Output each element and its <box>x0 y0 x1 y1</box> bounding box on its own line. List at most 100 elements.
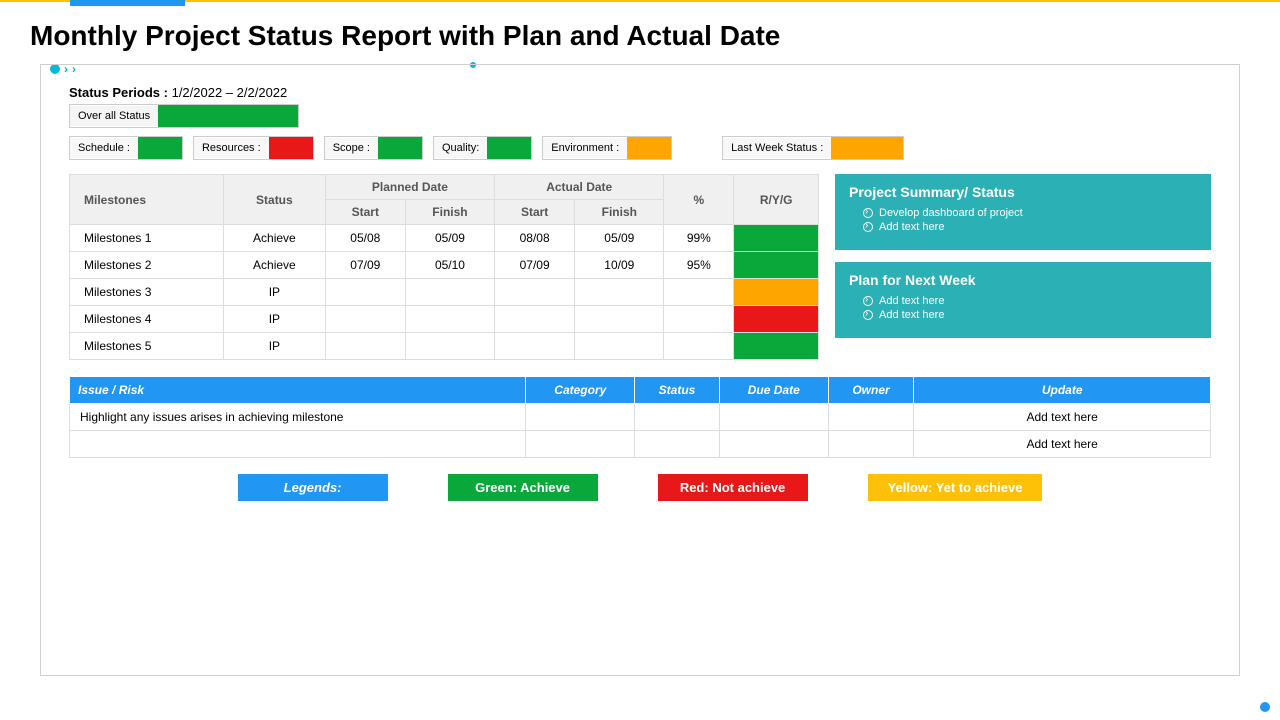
status-periods-value: 1/2/2022 – 2/2/2022 <box>172 85 288 100</box>
legends-row: Legends: Green: Achieve Red: Not achieve… <box>69 474 1211 501</box>
ms-name: Milestones 1 <box>70 225 224 252</box>
ms-ryg <box>734 333 819 360</box>
kpi-environment: Environment : <box>542 136 672 160</box>
plan-next-week-panel: Plan for Next Week Add text here Add text… <box>835 262 1211 338</box>
panel-item: Add text here <box>849 308 1197 322</box>
ms-ryg <box>734 252 819 279</box>
panel-item: Add text here <box>849 294 1197 308</box>
ms-pct <box>664 333 734 360</box>
issue-text <box>70 431 526 458</box>
panel-item: Develop dashboard of project <box>849 206 1197 220</box>
kpi-label: Quality: <box>434 138 487 158</box>
th-pfinish: Finish <box>405 200 494 225</box>
ms-name: Milestones 3 <box>70 279 224 306</box>
panel-item-text: Develop dashboard of project <box>879 207 1023 219</box>
panel-item-text: Add text here <box>879 221 944 233</box>
issues-th: Status <box>635 377 720 404</box>
legend-yellow: Yellow: Yet to achieve <box>868 474 1043 501</box>
table-row: Milestones 5IP <box>70 333 819 360</box>
issues-th: Due Date <box>719 377 828 404</box>
th-actual: Actual Date <box>495 175 664 200</box>
issue-text: Highlight any issues arises in achieving… <box>70 404 526 431</box>
ms-ryg <box>734 279 819 306</box>
ms-status: IP <box>224 279 326 306</box>
ms-afinish <box>575 279 664 306</box>
panel-item: Add text here <box>849 220 1197 234</box>
plan-title: Plan for Next Week <box>849 272 1197 288</box>
ms-status: Achieve <box>224 252 326 279</box>
kpi-label: Resources : <box>194 138 269 158</box>
kpi-swatch <box>831 137 903 159</box>
legend-title: Legends: <box>238 474 388 501</box>
kpi-label: Last Week Status : <box>723 138 831 158</box>
kpi-swatch <box>138 137 182 159</box>
kpi-label: Schedule : <box>70 138 138 158</box>
kpi-lastweekstatus: Last Week Status : <box>722 136 904 160</box>
th-status: Status <box>224 175 326 225</box>
th-pct: % <box>664 175 734 225</box>
summary-title: Project Summary/ Status <box>849 184 1197 200</box>
corner-dot-icon <box>1260 702 1270 712</box>
ms-pfinish <box>405 279 494 306</box>
issue-update: Add text here <box>914 431 1211 458</box>
ms-astart <box>495 306 575 333</box>
ms-afinish <box>575 333 664 360</box>
issue-status <box>635 431 720 458</box>
issue-owner <box>828 431 914 458</box>
ms-pct <box>664 306 734 333</box>
ms-astart: 07/09 <box>495 252 575 279</box>
ms-ryg <box>734 225 819 252</box>
panel-item-text: Add text here <box>879 309 944 321</box>
ms-pstart: 07/09 <box>325 252 405 279</box>
ms-pstart: 05/08 <box>325 225 405 252</box>
ms-pfinish: 05/10 <box>405 252 494 279</box>
th-pstart: Start <box>325 200 405 225</box>
ms-status: IP <box>224 306 326 333</box>
project-summary-panel: Project Summary/ Status Develop dashboar… <box>835 174 1211 250</box>
kpi-label: Environment : <box>543 138 627 158</box>
bullet-icon <box>863 310 873 320</box>
ms-pct: 99% <box>664 225 734 252</box>
legend-red: Red: Not achieve <box>658 474 808 501</box>
table-row: Milestones 3IP <box>70 279 819 306</box>
ms-pfinish: 05/09 <box>405 225 494 252</box>
bullet-icon <box>863 222 873 232</box>
issue-cat <box>526 404 635 431</box>
issues-table: Issue / RiskCategoryStatusDue DateOwnerU… <box>69 376 1211 458</box>
ms-pstart <box>325 306 405 333</box>
th-planned: Planned Date <box>325 175 494 200</box>
ms-status: IP <box>224 333 326 360</box>
ms-ryg <box>734 306 819 333</box>
ms-afinish: 05/09 <box>575 225 664 252</box>
issue-due <box>719 404 828 431</box>
ms-pstart <box>325 279 405 306</box>
issues-th: Category <box>526 377 635 404</box>
table-row: Milestones 4IP <box>70 306 819 333</box>
kpi-scope: Scope : <box>324 136 423 160</box>
legend-green: Green: Achieve <box>448 474 598 501</box>
milestones-table: Milestones Status Planned Date Actual Da… <box>69 174 819 360</box>
status-periods: Status Periods : 1/2/2022 – 2/2/2022 <box>69 85 1211 100</box>
table-row: Milestones 1Achieve05/0805/0908/0805/099… <box>70 225 819 252</box>
th-milestones: Milestones <box>70 175 224 225</box>
table-row: Add text here <box>70 431 1211 458</box>
panel-item-text: Add text here <box>879 295 944 307</box>
ms-pfinish <box>405 306 494 333</box>
table-row: Highlight any issues arises in achieving… <box>70 404 1211 431</box>
issues-th: Issue / Risk <box>70 377 526 404</box>
top-blue-accent <box>70 0 185 6</box>
kpi-swatch <box>627 137 671 159</box>
overall-label: Over all Status <box>70 106 158 126</box>
issues-th: Owner <box>828 377 914 404</box>
ms-pct <box>664 279 734 306</box>
th-ryg: R/Y/G <box>734 175 819 225</box>
ms-name: Milestones 2 <box>70 252 224 279</box>
kpi-swatch <box>269 137 313 159</box>
bullet-icon <box>863 296 873 306</box>
ms-pstart <box>325 333 405 360</box>
issue-cat <box>526 431 635 458</box>
ms-name: Milestones 5 <box>70 333 224 360</box>
ms-astart <box>495 333 575 360</box>
kpi-label: Scope : <box>325 138 378 158</box>
bullet-icon <box>863 208 873 218</box>
